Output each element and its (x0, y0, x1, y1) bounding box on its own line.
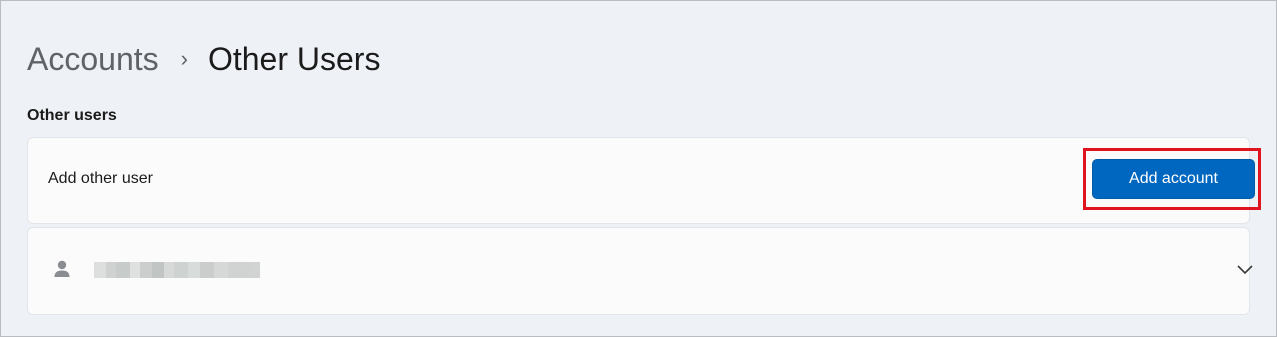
add-account-button[interactable]: Add account (1092, 159, 1255, 199)
page-title: Other Users (207, 41, 381, 77)
chevron-down-icon[interactable] (1236, 262, 1254, 276)
breadcrumb-accounts-link[interactable]: Accounts (27, 37, 159, 81)
breadcrumb-separator: › (180, 46, 188, 71)
person-icon (54, 260, 70, 277)
add-other-user-label: Add other user (48, 170, 153, 187)
breadcrumb: Accounts › Other Users (27, 37, 380, 81)
section-title-other-users: Other users (27, 107, 117, 124)
add-other-user-card: Add other user (27, 137, 1250, 224)
redacted-username (94, 262, 260, 278)
